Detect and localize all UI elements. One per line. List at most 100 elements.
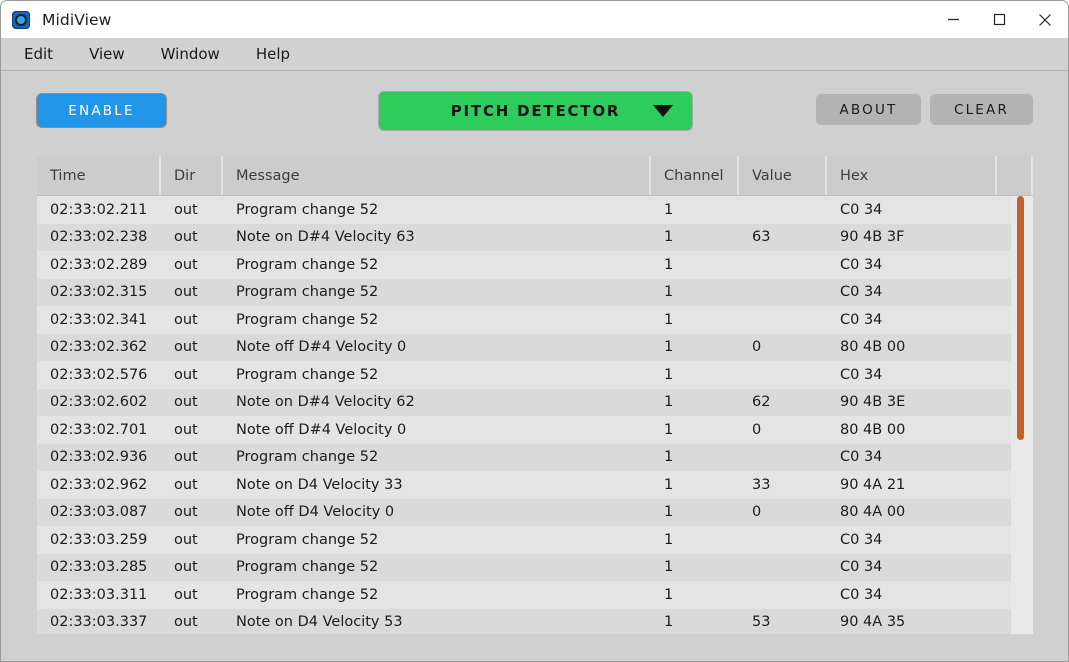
cell-value [739,306,827,334]
device-dropdown[interactable]: PITCH DETECTOR [379,92,692,130]
cell-message: Note off D#4 Velocity 0 [236,421,407,438]
cell-value: 33 [752,476,771,493]
cell-channel: 1 [664,339,674,356]
table-row[interactable]: 02:33:03.337 out Note on D4 Velocity 53 1 53… [37,608,1033,634]
cell-hex: 80 4B 00 [840,339,906,356]
cell-channel: 1 [664,504,674,521]
cell-message: Program change 52 [236,201,379,218]
cell-message: Note on D#4 Velocity 63 [236,229,415,246]
table-row[interactable]: 02:33:02.701 out Note off D#4 Velocity 0 1 0… [37,416,1033,444]
cell-hex: C0 34 [840,366,883,383]
column-header-message[interactable]: Message [223,156,651,195]
column-header-dir[interactable]: Dir [161,156,223,195]
cell-message: Program change 52 [236,531,379,548]
cell-hex: C0 34 [840,256,883,273]
table-row[interactable]: 02:33:02.936 out Program change 52 1 C0 34 [37,443,1033,472]
table-row[interactable]: 02:33:02.341 out Program change 52 1 C0 34 [37,306,1033,334]
message-table: Time Dir Message Channel Value Hex 02:33… [37,156,1033,634]
table-row[interactable]: 02:33:02.362 out Note off D#4 Velocity 0 1 0… [37,333,1033,361]
table-row[interactable]: 02:33:03.259 out Program change 52 1 C0 34 [37,526,1033,554]
cell-message: Program change 52 [236,366,379,383]
scrollbar-thumb[interactable] [1017,196,1024,440]
cell-channel: 1 [664,284,674,301]
table-row[interactable]: 02:33:02.602 out Note on D#4 Velocity 62 1 6… [37,388,1033,416]
cell-value: 0 [752,504,762,521]
cell-hex: 90 4A 35 [840,614,906,631]
cell-dir: out [174,586,198,603]
table-row[interactable]: 02:33:02.315 out Program change 52 1 C0 34 [37,278,1033,307]
cell-time: 02:33:03.285 [50,559,148,576]
table-row[interactable]: 02:33:02.962 out Note on D4 Velocity 33 1 33… [37,471,1033,499]
clear-button[interactable]: CLEAR [930,94,1033,125]
cell-value [739,526,827,554]
maximize-button[interactable] [976,1,1022,38]
table-row[interactable]: 02:33:03.311 out Program change 52 1 C0 34 [37,581,1033,609]
enable-button[interactable]: ENABLE [37,94,166,127]
window-controls [930,1,1068,38]
cell-dir: out [174,311,198,328]
window-title: MidiView [42,10,112,29]
table-row[interactable]: 02:33:03.087 out Note off D4 Velocity 0 1 0 8… [37,498,1033,526]
about-button[interactable]: ABOUT [816,94,921,125]
cell-time: 02:33:02.962 [50,476,148,493]
cell-dir: out [174,284,198,301]
cell-message: Program change 52 [236,586,379,603]
column-header-channel[interactable]: Channel [651,156,739,195]
table-row[interactable]: 02:33:02.289 out Program change 52 1 C0 34 [37,251,1033,279]
cell-time: 02:33:02.289 [50,256,148,273]
table-row[interactable]: 02:33:03.285 out Program change 52 1 C0 34 [37,553,1033,581]
cell-channel: 1 [664,201,674,218]
cell-time: 02:33:02.936 [50,449,148,466]
cell-time: 02:33:03.087 [50,504,148,521]
cell-dir: out [174,394,198,411]
menu-item-view[interactable]: View [76,42,138,66]
close-button[interactable] [1022,1,1068,38]
table-row[interactable]: 02:33:02.211 out Program change 52 1 C0 34 [37,196,1033,224]
cell-hex: C0 34 [840,586,883,603]
cell-value [739,444,827,472]
cell-time: 02:33:03.259 [50,531,148,548]
menu-item-window[interactable]: Window [148,42,233,66]
cell-value: 63 [752,229,771,246]
cell-channel: 1 [664,476,674,493]
cell-hex: 80 4A 00 [840,504,906,521]
cell-channel: 1 [664,421,674,438]
cell-time: 02:33:02.602 [50,394,148,411]
cell-message: Program change 52 [236,284,379,301]
cell-dir: out [174,559,198,576]
cell-hex: C0 34 [840,449,883,466]
cell-channel: 1 [664,449,674,466]
close-icon [1039,13,1051,26]
chevron-down-icon [653,105,673,117]
cell-value [739,279,827,307]
cell-time: 02:33:02.211 [50,201,148,218]
column-header-hex[interactable]: Hex [827,156,997,195]
cell-dir: out [174,449,198,466]
table-row[interactable]: 02:33:02.238 out Note on D#4 Velocity 63 1 6… [37,223,1033,251]
vertical-scrollbar[interactable] [1011,196,1033,634]
cell-channel: 1 [664,366,674,383]
cell-value: 0 [752,421,762,438]
column-header-value[interactable]: Value [739,156,827,195]
cell-message: Note on D4 Velocity 33 [236,476,403,493]
menu-item-help[interactable]: Help [243,42,303,66]
cell-message: Note off D4 Velocity 0 [236,504,395,521]
cell-hex: 90 4B 3E [840,394,906,411]
table-row[interactable]: 02:33:02.576 out Program change 52 1 C0 34 [37,361,1033,389]
cell-message: Program change 52 [236,256,379,273]
menu-item-edit[interactable]: Edit [11,42,66,66]
cell-time: 02:33:02.576 [50,366,148,383]
cell-value [739,581,827,609]
table-header-row: Time Dir Message Channel Value Hex [37,156,1033,196]
cell-channel: 1 [664,256,674,273]
cell-value [739,361,827,389]
cell-dir: out [174,201,198,218]
minimize-button[interactable] [930,1,976,38]
cell-time: 02:33:02.315 [50,284,148,301]
cell-hex: 80 4B 00 [840,421,906,438]
cell-dir: out [174,339,198,356]
cell-value: 62 [752,394,771,411]
column-header-time[interactable]: Time [37,156,161,195]
cell-dir: out [174,476,198,493]
cell-channel: 1 [664,394,674,411]
